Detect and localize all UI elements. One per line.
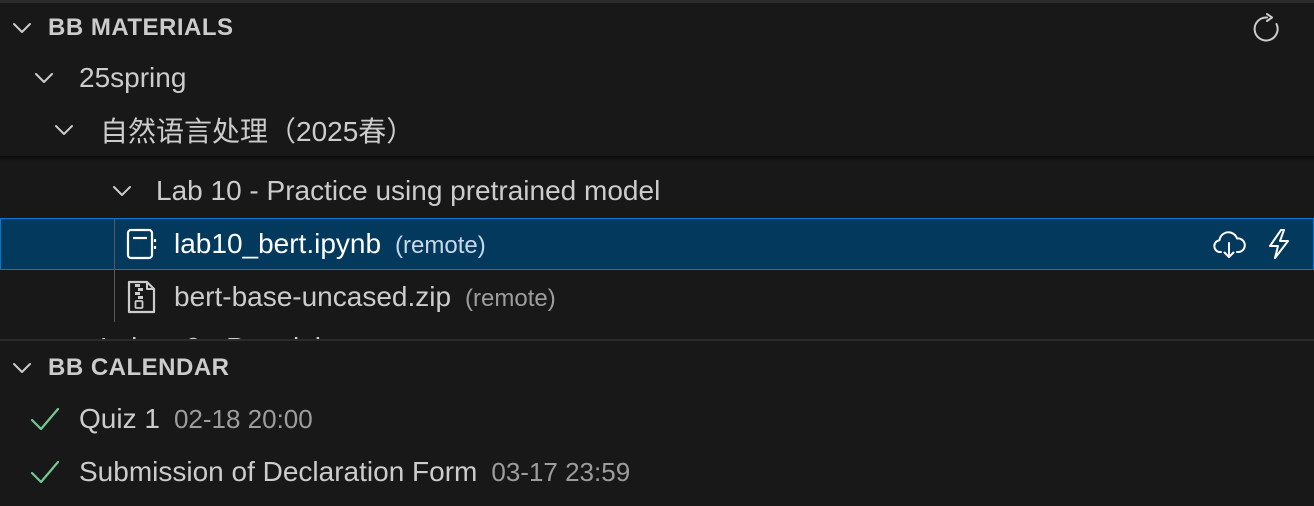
calendar-item[interactable]: Submission of Declaration Form 03-17 23:5… xyxy=(0,446,1314,498)
tree-item-file-zip[interactable]: bert-base-uncased.zip (remote) xyxy=(0,271,1314,323)
check-icon xyxy=(30,407,60,431)
course-label: 自然语言处理（2025春） xyxy=(100,116,415,147)
tree-item-partial[interactable]: Lab ... 9 - Pre...ining... xyxy=(0,322,1314,340)
sticky-scroll-shadow xyxy=(0,156,1314,161)
calendar-item-title: Submission of Declaration Form xyxy=(79,456,478,487)
indent-guide xyxy=(114,218,115,322)
materials-section-title: BB MATERIALS xyxy=(48,14,234,41)
file-name: lab10_bert.ipynb xyxy=(174,228,382,259)
tree-item-lab[interactable]: Lab 10 - Practice using pretrained model xyxy=(0,165,1314,217)
chevron-down-icon xyxy=(13,363,31,373)
panel-divider[interactable] xyxy=(0,339,1314,341)
calendar-section-header[interactable]: BB CALENDAR xyxy=(0,342,1314,394)
tree-item-file-notebook[interactable]: lab10_bert.ipynb (remote) xyxy=(0,218,1314,270)
file-name: bert-base-uncased.zip xyxy=(174,281,452,312)
tree-item-semester[interactable]: 25spring xyxy=(0,52,1314,104)
materials-section-header[interactable]: BB MATERIALS xyxy=(0,2,1314,54)
check-icon xyxy=(30,460,60,484)
chevron-down-icon xyxy=(13,23,31,33)
file-description: (remote) xyxy=(395,232,486,259)
calendar-item[interactable]: Quiz 1 02-18 20:00 xyxy=(0,393,1314,445)
lab-label: Lab 10 - Practice using pretrained model xyxy=(156,175,661,206)
chevron-down-icon xyxy=(55,125,73,135)
zip-file-icon xyxy=(127,280,156,314)
lightning-bolt-icon[interactable] xyxy=(1262,227,1296,261)
chevron-down-icon xyxy=(113,186,131,196)
row-actions xyxy=(1212,227,1296,261)
notebook-icon xyxy=(126,228,157,260)
refresh-icon[interactable] xyxy=(1250,12,1284,46)
calendar-item-time: 03-17 23:59 xyxy=(491,457,631,487)
semester-label: 25spring xyxy=(79,62,187,93)
calendar-item-title: Quiz 1 xyxy=(79,403,160,434)
file-description: (remote) xyxy=(465,285,556,312)
cloud-download-icon[interactable] xyxy=(1212,227,1246,261)
calendar-item-time: 02-18 20:00 xyxy=(173,404,313,434)
chevron-down-icon xyxy=(35,73,53,83)
tree-item-course[interactable]: 自然语言处理（2025春） xyxy=(0,104,1314,156)
calendar-section-title: BB CALENDAR xyxy=(48,354,230,381)
